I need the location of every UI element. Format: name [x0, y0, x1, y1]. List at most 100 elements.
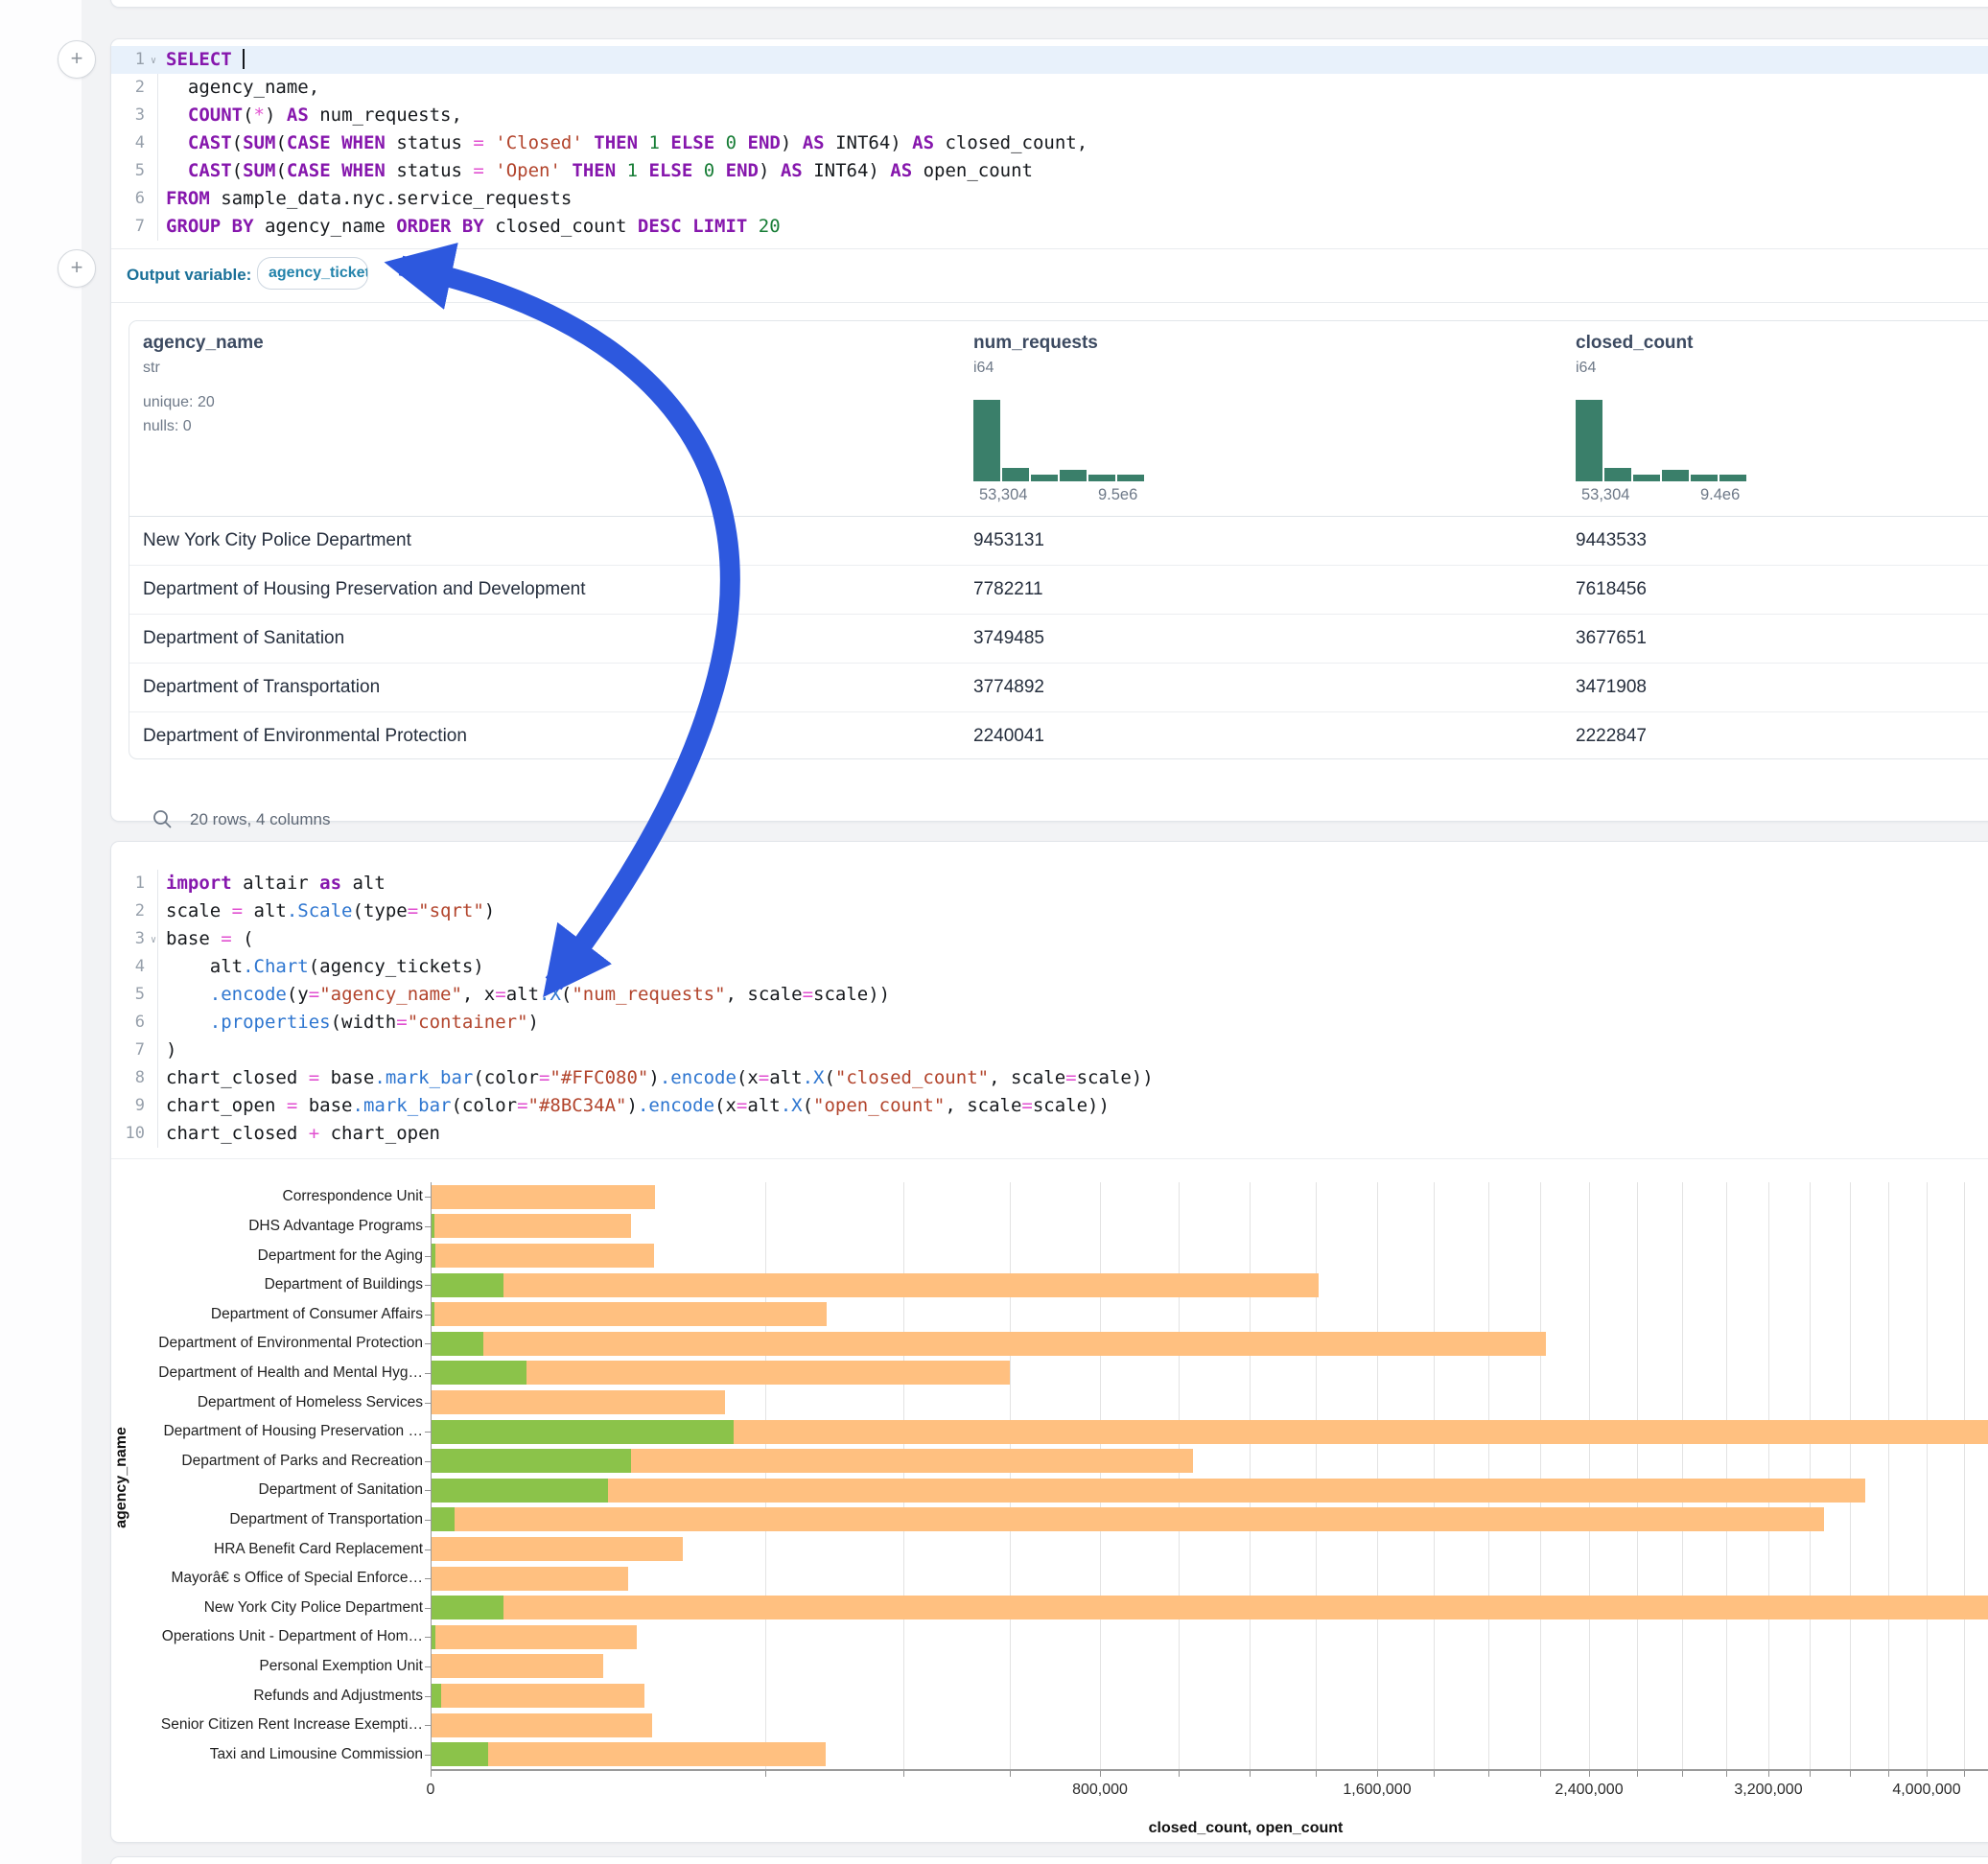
code-token: ) [528, 1012, 539, 1033]
dataframe-table: agency_namestrunique: 20nulls: 0num_requ… [129, 320, 1988, 759]
code-token: SUM [243, 132, 275, 153]
fold-chevron-icon[interactable]: ∨ [151, 926, 156, 954]
code-token: as [319, 873, 341, 894]
code-token: THEN [572, 160, 616, 181]
line-number: 5 [111, 157, 157, 185]
bar-closed [431, 1390, 725, 1414]
code-token: ) [759, 160, 781, 181]
bar-closed [431, 1185, 655, 1209]
next-cell-edge [110, 1856, 1988, 1864]
fold-chevron-icon[interactable]: ∨ [151, 47, 156, 75]
output-variable-pill[interactable]: agency_tickets [257, 257, 368, 290]
code-line[interactable]: 5 .encode(y="agency_name", x=alt.X("num_… [111, 981, 1988, 1009]
code-token: , x [462, 984, 495, 1005]
x-axis-tick [1927, 1771, 1928, 1777]
code-token: chart_closed [166, 1067, 309, 1088]
histogram-bar [1088, 475, 1115, 481]
code-line[interactable]: 10chart_closed + chart_open [111, 1120, 1988, 1148]
histogram-bar [1633, 475, 1660, 481]
code-token [714, 160, 725, 181]
sql-code-editor[interactable]: 1∨SELECT 2 agency_name,3 COUNT(*) AS num… [111, 39, 1988, 241]
line-number: 6 [111, 185, 157, 213]
code-token: ( [275, 160, 286, 181]
code-token: 1 [627, 160, 638, 181]
x-axis-tick [1768, 1771, 1769, 1777]
table-cell: 7782211 [973, 579, 1043, 600]
code-token: AS [912, 132, 934, 153]
table-row: Department of Transportation377489234719… [129, 664, 1988, 712]
table-search-icon[interactable] [152, 808, 173, 834]
gridline [1540, 1182, 1541, 1769]
histogram-bar [1031, 475, 1058, 481]
code-token: = [309, 1067, 319, 1088]
code-text: CAST(SUM(CASE WHEN status = 'Open' THEN … [166, 157, 1033, 185]
code-token: INT64) [803, 160, 891, 181]
code-token: ELSE [649, 160, 693, 181]
y-axis-label: Senior Citizen Rent Increase Exempti… [111, 1716, 423, 1734]
code-token: = [309, 984, 319, 1005]
table-cell: 3749485 [973, 628, 1044, 649]
code-token: num_requests, [309, 105, 462, 126]
code-line[interactable]: 4 alt.Chart(agency_tickets) [111, 953, 1988, 981]
code-line[interactable]: 6 .properties(width="container") [111, 1009, 1988, 1037]
x-axis-tick [1964, 1771, 1965, 1777]
table-cell: Department of Sanitation [143, 628, 344, 649]
gridline [1589, 1182, 1590, 1769]
gridline [1637, 1182, 1638, 1769]
code-line[interactable]: 2scale = alt.Scale(type="sqrt") [111, 897, 1988, 925]
bar-open [431, 1361, 526, 1385]
code-token: agency_name, [166, 77, 319, 98]
code-token: chart_open [166, 1095, 287, 1116]
line-number: 3 [111, 102, 157, 129]
code-text: agency_name, [166, 74, 319, 102]
code-line[interactable]: 3∨base = ( [111, 925, 1988, 953]
add-cell-button[interactable]: + [58, 249, 96, 288]
code-token: 'Open' [495, 160, 561, 181]
code-token: .encode [638, 1095, 714, 1116]
histogram-bar [1002, 468, 1029, 481]
code-line[interactable]: 5 CAST(SUM(CASE WHEN status = 'Open' THE… [111, 157, 1988, 185]
code-token: CAST [188, 160, 232, 181]
code-line[interactable]: 6FROM sample_data.nyc.service_requests [111, 185, 1988, 213]
code-token [714, 132, 725, 153]
bar-closed [431, 1596, 1988, 1619]
code-line[interactable]: 1∨SELECT [111, 46, 1988, 74]
code-token: = [1021, 1095, 1032, 1116]
add-cell-button[interactable]: + [58, 40, 96, 79]
y-axis-label: Department of Consumer Affairs [111, 1306, 423, 1323]
code-line[interactable]: 3 COUNT(*) AS num_requests, [111, 102, 1988, 129]
code-token: alt [341, 873, 386, 894]
code-token: alt [747, 1095, 780, 1116]
code-line[interactable]: 7) [111, 1037, 1988, 1064]
python-code-editor[interactable]: 1import altair as alt2scale = alt.Scale(… [111, 842, 1988, 1148]
bar-closed [431, 1684, 644, 1708]
code-line[interactable]: 9chart_open = base.mark_bar(color="#8BC3… [111, 1092, 1988, 1120]
line-number: 1∨ [111, 46, 157, 74]
table-cell: 3677651 [1576, 628, 1647, 649]
y-axis-label: Department of Sanitation [111, 1481, 423, 1499]
code-token: 1 [648, 132, 659, 153]
code-token: THEN [594, 132, 638, 153]
gridline [1250, 1182, 1251, 1769]
code-line[interactable]: 4 CAST(SUM(CASE WHEN status = 'Closed' T… [111, 129, 1988, 157]
code-line[interactable]: 1import altair as alt [111, 870, 1988, 897]
code-token [166, 132, 188, 153]
gridline [1682, 1182, 1683, 1769]
gridline [1726, 1182, 1727, 1769]
code-token: status [386, 132, 474, 153]
code-line[interactable]: 8chart_closed = base.mark_bar(color="#FF… [111, 1064, 1988, 1092]
y-axis-label: Department of Transportation [111, 1511, 423, 1528]
code-token: .encode [660, 1067, 737, 1088]
histogram-bar [1576, 400, 1602, 481]
code-token: agency_name [254, 216, 397, 237]
code-token [737, 132, 747, 153]
code-line[interactable]: 7GROUP BY agency_name ORDER BY closed_co… [111, 213, 1988, 241]
code-token: CASE [287, 160, 331, 181]
line-number: 4 [111, 953, 157, 981]
x-axis-tick [1250, 1771, 1251, 1777]
code-token: .properties [210, 1012, 331, 1033]
column-dtype: i64 [1576, 360, 1596, 377]
code-token: base [166, 928, 221, 949]
code-line[interactable]: 2 agency_name, [111, 74, 1988, 102]
x-axis-tick [1682, 1771, 1683, 1777]
